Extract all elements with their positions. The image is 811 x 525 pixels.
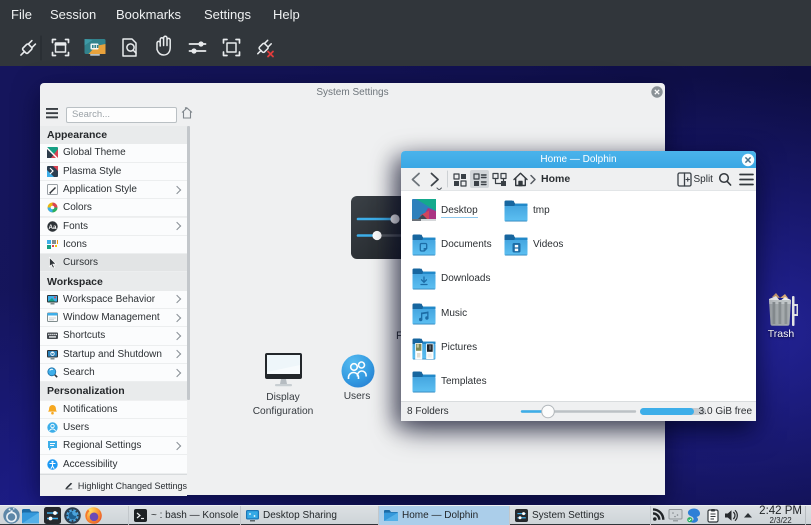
svg-text:Aa: Aa	[49, 223, 57, 230]
